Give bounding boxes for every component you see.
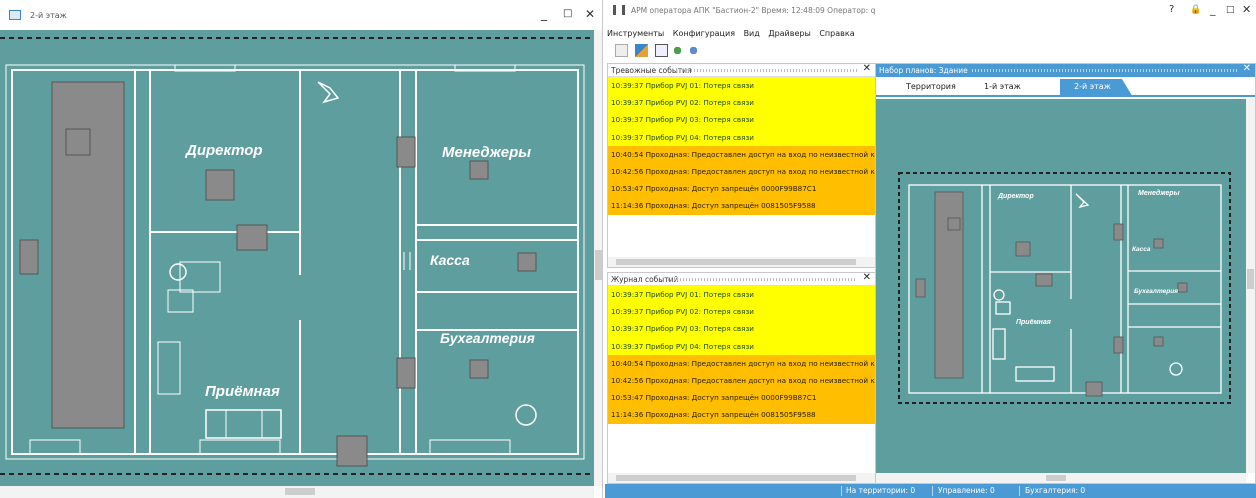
app-minimize-button[interactable]: _ [1210,3,1216,17]
event-row[interactable]: 10:39:37 Прибор PVJ 02: Потеря связи [608,303,875,321]
plans-tabs: Территория 1-й этаж 2-й этаж [876,77,1255,97]
status-separator [1019,486,1020,496]
plans-panel-close-button[interactable]: ✕ [1243,63,1251,74]
left-titlebar: 2-й этаж _ □ ✕ [0,0,602,30]
event-row[interactable]: 10:39:37 Прибор PVJ 04: Потеря связи [608,337,875,355]
menu-bar: Инструменты Конфигурация Вид Драйверы Сп… [607,29,861,41]
journal-panel-header: Журнал событий ✕ [608,272,875,286]
room-label-cashier: Касса [430,252,470,268]
plans-horizontal-scrollbar[interactable] [876,473,1246,483]
cards-icon[interactable] [655,44,668,57]
mini-room-label-cashier: Касса [1132,246,1151,253]
mini-plan-canvas[interactable]: Директор Менеджеры Касса Бухгалтерия При… [876,99,1246,473]
status-accounting: Бухгалтерия: 0 [1025,486,1086,495]
event-row[interactable]: 10:40:54 Проходная: Предоставлен доступ … [608,145,875,163]
status-management: Управление: 0 [938,486,995,495]
alarm-scroll-thumb[interactable] [616,259,856,265]
users-icon[interactable] [671,44,684,57]
menu-view[interactable]: Вид [744,29,760,38]
app-maximize-button[interactable]: □ [1226,3,1235,17]
config-icon[interactable] [635,44,648,57]
room-label-reception: Приёмная [205,383,280,400]
journal-scroll-thumb[interactable] [616,475,856,481]
run-icon[interactable] [615,44,628,57]
floor-plan-canvas[interactable]: Директор Менеджеры Касса Бухгалтерия При… [0,30,594,486]
help-button[interactable]: ? [1169,3,1174,17]
alarm-panel-header: Тревожные события ✕ [608,63,875,77]
journal-panel: Журнал событий ✕ 10:39:37 Прибор PVJ 01:… [607,272,876,484]
tab-floor-1[interactable]: 1-й этаж [984,82,1021,91]
mini-plan-drawing [898,172,1231,404]
mini-room-label-accounting: Бухгалтерия [1134,288,1179,295]
mini-room-label-reception: Приёмная [1016,319,1051,326]
journal-events-list: 10:39:37 Прибор PVJ 01: Потеря связи 10:3… [608,286,875,424]
event-row[interactable]: 10:53:47 Проходная: Доступ запрещён 0000… [608,180,875,198]
status-territory: На территории: 0 [846,486,916,495]
journal-header-grip [668,278,857,281]
event-row[interactable]: 11:14:36 Проходная: Доступ запрещён 0081… [608,406,875,424]
left-horizontal-scrollbar[interactable] [0,486,594,498]
plan-window-icon [9,10,21,20]
persons-icon[interactable] [687,44,700,57]
plans-panel-title: Набор планов: Здание [879,66,968,75]
event-row[interactable]: 10:39:37 Прибор PVJ 01: Потеря связи [608,286,875,304]
event-row[interactable]: 10:39:37 Прибор PVJ 03: Потеря связи [608,320,875,338]
app-close-button[interactable]: ✕ [1242,3,1251,17]
alarm-horizontal-scrollbar[interactable] [608,257,875,267]
event-row[interactable]: 10:39:37 Прибор PVJ 01: Потеря связи [608,77,875,95]
menu-drivers[interactable]: Драйверы [768,29,810,38]
app-title: АРМ оператора АПК "Бастион-2" Время: 12:… [631,6,876,15]
status-separator [841,486,842,496]
alarm-header-grip [676,69,857,72]
event-row[interactable]: 10:39:37 Прибор PVJ 02: Потеря связи [608,94,875,112]
event-row[interactable]: 10:53:47 Проходная: Доступ запрещён 0000… [608,389,875,407]
plans-panel-header: Набор планов: Здание ✕ [876,63,1255,77]
event-row[interactable]: 10:40:54 Проходная: Предоставлен доступ … [608,354,875,372]
status-separator [932,486,933,496]
close-button[interactable]: ✕ [585,7,595,21]
plans-vertical-scrollbar[interactable] [1246,99,1255,473]
plans-panel: Набор планов: Здание ✕ Территория 1-й эт… [875,63,1256,484]
journal-panel-close-button[interactable]: ✕ [863,272,871,283]
operator-window: АРМ оператора АПК "Бастион-2" Время: 12:… [605,0,1256,498]
floor-plan-drawing [0,37,594,475]
app-logo-icon [613,5,625,15]
tab-floor-2[interactable]: 2-й этаж [1060,79,1133,97]
mini-room-label-director: Директор [998,193,1034,200]
horizontal-scroll-thumb[interactable] [285,488,315,495]
journal-horizontal-scrollbar[interactable] [608,473,875,483]
alarm-events-list: 10:39:37 Прибор PVJ 01: Потеря связи 10:3… [608,77,875,215]
left-vertical-scrollbar[interactable] [594,30,602,486]
lock-button[interactable]: 🔒 [1190,3,1201,17]
room-label-director: Директор [186,142,263,159]
alarm-events-panel: Тревожные события ✕ 10:39:37 Прибор PVJ … [607,63,876,268]
menu-help[interactable]: Справка [819,29,854,38]
plans-header-grip [972,69,1237,72]
plans-horizontal-thumb[interactable] [1046,475,1066,481]
room-label-managers: Менеджеры [442,144,532,161]
minimize-button[interactable]: _ [541,7,547,21]
event-row[interactable]: 10:39:37 Прибор PVJ 04: Потеря связи [608,128,875,146]
floor-plan-window: 2-й этаж _ □ ✕ Директор Менеджеры Касса … [0,0,603,498]
room-label-accounting: Бухгалтерия [440,330,535,346]
event-row[interactable]: 10:42:56 Проходная: Предоставлен доступ … [608,162,875,181]
tab-territory[interactable]: Территория [906,82,956,91]
left-window-title: 2-й этаж [30,11,67,20]
plans-vertical-thumb[interactable] [1247,269,1254,289]
toolbar [607,42,807,60]
vertical-scroll-thumb[interactable] [595,250,602,280]
event-row[interactable]: 11:14:36 Проходная: Доступ запрещён 0081… [608,197,875,215]
status-bar: На территории: 0 Управление: 0 Бухгалтер… [605,484,1256,498]
mini-room-label-managers: Менеджеры [1138,190,1180,197]
maximize-button[interactable]: □ [563,7,572,21]
menu-configuration[interactable]: Конфигурация [673,29,735,38]
event-row[interactable]: 10:42:56 Проходная: Предоставлен доступ … [608,371,875,390]
alarm-panel-close-button[interactable]: ✕ [863,63,871,74]
menu-tools[interactable]: Инструменты [607,29,664,38]
event-row[interactable]: 10:39:37 Прибор PVJ 03: Потеря связи [608,111,875,129]
